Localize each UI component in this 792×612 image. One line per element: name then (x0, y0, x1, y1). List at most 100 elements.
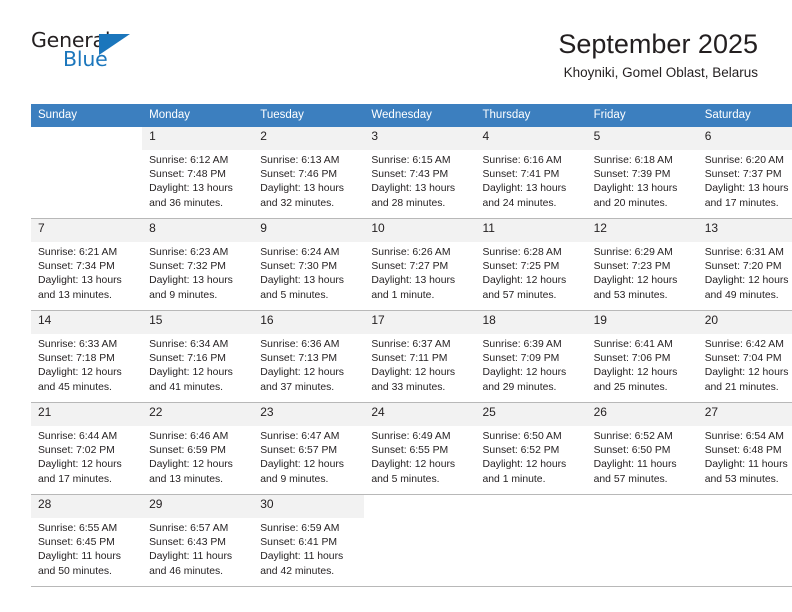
calendar-day-cell[interactable]: 9 Sunrise: 6:24 AM Sunset: 7:30 PM Daylight… (253, 218, 365, 311)
sunrise-time: Sunrise: 6:33 AM (38, 339, 118, 350)
day-cell-inner: 17 Sunrise: 6:37 AM Sunset: 7:11 PM Dayligh… (364, 311, 476, 402)
calendar-day-cell-empty (697, 494, 792, 587)
day-number: 16 (253, 311, 365, 334)
sunset-time: Sunset: 6:55 PM (371, 445, 449, 457)
day-number: 6 (697, 127, 792, 150)
day-cell-inner: 26 Sunrise: 6:52 AM Sunset: 6:50 PM Dayligh… (586, 403, 698, 494)
day-number: 8 (142, 219, 254, 242)
daylight-duration-line1: Daylight: 13 hours (593, 183, 678, 195)
day-number: 29 (142, 495, 254, 518)
calendar-day-cell[interactable]: 2 Sunrise: 6:13 AM Sunset: 7:46 PM Daylight… (253, 127, 365, 219)
day-details: Sunrise: 6:29 AM Sunset: 7:23 PM Daylight:… (587, 242, 698, 303)
calendar-day-cell[interactable]: 16 Sunrise: 6:36 AM Sunset: 7:13 PM Dayligh… (253, 310, 365, 403)
daylight-duration-line1: Daylight: 13 hours (38, 275, 122, 287)
daylight-duration-line1: Daylight: 12 hours (482, 459, 567, 471)
daylight-duration-line2: and 29 minutes. (482, 381, 557, 393)
calendar-day-cell[interactable]: 19 Sunrise: 6:41 AM Sunset: 7:06 PM Dayligh… (586, 310, 698, 403)
general-blue-logo[interactable]: General Blue (31, 28, 141, 74)
calendar-day-cell[interactable]: 24 Sunrise: 6:49 AM Sunset: 6:55 PM Dayligh… (364, 402, 476, 495)
daylight-duration-line2: and 57 minutes. (482, 289, 557, 301)
sunset-time: Sunset: 6:52 PM (482, 445, 560, 457)
sunrise-time: Sunrise: 6:54 AM (704, 431, 784, 442)
day-number: 15 (142, 311, 254, 334)
sunrise-time: Sunrise: 6:28 AM (482, 247, 562, 258)
calendar-day-cell[interactable]: 18 Sunrise: 6:39 AM Sunset: 7:09 PM Dayligh… (475, 310, 587, 403)
calendar-day-cell[interactable]: 17 Sunrise: 6:37 AM Sunset: 7:11 PM Dayligh… (364, 310, 476, 403)
daylight-duration-line1: Daylight: 12 hours (38, 459, 122, 471)
day-cell-inner: 25 Sunrise: 6:50 AM Sunset: 6:52 PM Dayligh… (475, 403, 587, 494)
day-details: Sunrise: 6:20 AM Sunset: 7:37 PM Daylight:… (698, 150, 792, 211)
day-number: 21 (31, 403, 143, 426)
daylight-duration-line2: and 25 minutes. (593, 381, 668, 393)
day-number: 14 (31, 311, 143, 334)
calendar-day-cell[interactable]: 30 Sunrise: 6:59 AM Sunset: 6:41 PM Dayligh… (253, 494, 365, 587)
calendar-day-cell[interactable]: 29 Sunrise: 6:57 AM Sunset: 6:43 PM Dayligh… (142, 494, 254, 587)
day-cell-inner: 3 Sunrise: 6:15 AM Sunset: 7:43 PM Daylight… (364, 127, 476, 218)
day-details: Sunrise: 6:44 AM Sunset: 7:02 PM Daylight:… (31, 426, 142, 487)
day-details: Sunrise: 6:36 AM Sunset: 7:13 PM Daylight:… (253, 334, 364, 395)
sunset-time: Sunset: 7:23 PM (593, 261, 671, 273)
calendar-day-cell[interactable]: 26 Sunrise: 6:52 AM Sunset: 6:50 PM Dayligh… (586, 402, 698, 495)
sunset-time: Sunset: 7:39 PM (593, 169, 671, 181)
day-details: Sunrise: 6:59 AM Sunset: 6:41 PM Daylight:… (253, 518, 364, 579)
daylight-duration-line1: Daylight: 11 hours (149, 551, 233, 563)
day-details: Sunrise: 6:12 AM Sunset: 7:48 PM Daylight:… (142, 150, 253, 211)
calendar-day-cell[interactable]: 8 Sunrise: 6:23 AM Sunset: 7:32 PM Daylight… (142, 218, 254, 311)
daylight-duration-line2: and 53 minutes. (593, 289, 668, 301)
sunrise-time: Sunrise: 6:23 AM (149, 247, 229, 258)
daylight-duration-line2: and 41 minutes. (149, 381, 224, 393)
sunset-time: Sunset: 7:02 PM (38, 445, 115, 457)
calendar-day-cell[interactable]: 10 Sunrise: 6:26 AM Sunset: 7:27 PM Dayligh… (364, 218, 476, 311)
day-number: 20 (697, 311, 792, 334)
calendar-day-cell[interactable]: 5 Sunrise: 6:18 AM Sunset: 7:39 PM Daylight… (586, 127, 698, 219)
calendar-day-cell[interactable]: 27 Sunrise: 6:54 AM Sunset: 6:48 PM Dayligh… (697, 402, 792, 495)
sunset-time: Sunset: 7:20 PM (704, 261, 782, 273)
calendar-day-cell[interactable]: 1 Sunrise: 6:12 AM Sunset: 7:48 PM Daylight… (142, 127, 254, 219)
day-cell-inner: 24 Sunrise: 6:49 AM Sunset: 6:55 PM Dayligh… (364, 403, 476, 494)
page-subtitle: Khoyniki, Gomel Oblast, Belarus (563, 65, 758, 81)
daylight-duration-line1: Daylight: 13 hours (260, 183, 344, 195)
calendar-day-cell[interactable]: 28 Sunrise: 6:55 AM Sunset: 6:45 PM Dayligh… (31, 494, 143, 587)
daylight-duration-line2: and 9 minutes. (260, 473, 329, 485)
calendar-day-cell[interactable]: 12 Sunrise: 6:29 AM Sunset: 7:23 PM Dayligh… (586, 218, 698, 311)
weekday-header-friday: Friday (586, 104, 698, 127)
calendar-day-cell[interactable]: 4 Sunrise: 6:16 AM Sunset: 7:41 PM Daylight… (475, 127, 587, 219)
daylight-duration-line2: and 57 minutes. (593, 473, 668, 485)
calendar-day-cell[interactable]: 11 Sunrise: 6:28 AM Sunset: 7:25 PM Dayligh… (475, 218, 587, 311)
day-cell-inner (475, 495, 587, 586)
calendar-day-cell[interactable]: 22 Sunrise: 6:46 AM Sunset: 6:59 PM Dayligh… (142, 402, 254, 495)
day-details: Sunrise: 6:42 AM Sunset: 7:04 PM Daylight:… (698, 334, 792, 395)
day-details: Sunrise: 6:28 AM Sunset: 7:25 PM Daylight:… (476, 242, 587, 303)
calendar-day-cell[interactable]: 13 Sunrise: 6:31 AM Sunset: 7:20 PM Dayligh… (697, 218, 792, 311)
daylight-duration-line1: Daylight: 12 hours (593, 367, 678, 379)
daylight-duration-line1: Daylight: 12 hours (149, 367, 233, 379)
daylight-duration-line1: Daylight: 11 hours (593, 459, 677, 471)
day-cell-inner (586, 495, 698, 586)
calendar-day-cell[interactable]: 15 Sunrise: 6:34 AM Sunset: 7:16 PM Dayligh… (142, 310, 254, 403)
day-cell-inner: 29 Sunrise: 6:57 AM Sunset: 6:43 PM Dayligh… (142, 495, 254, 586)
day-number: 25 (475, 403, 587, 426)
daylight-duration-line2: and 45 minutes. (38, 381, 112, 393)
daylight-duration-line1: Daylight: 13 hours (704, 183, 789, 195)
day-details: Sunrise: 6:21 AM Sunset: 7:34 PM Daylight:… (31, 242, 142, 303)
calendar-day-cell[interactable]: 14 Sunrise: 6:33 AM Sunset: 7:18 PM Dayligh… (31, 310, 143, 403)
day-number: 28 (31, 495, 143, 518)
day-details: Sunrise: 6:26 AM Sunset: 7:27 PM Daylight:… (364, 242, 475, 303)
day-details: Sunrise: 6:49 AM Sunset: 6:55 PM Daylight:… (364, 426, 475, 487)
calendar-day-cell[interactable]: 6 Sunrise: 6:20 AM Sunset: 7:37 PM Daylight… (697, 127, 792, 219)
calendar-grid: Sunday Monday Tuesday Wednesday Thursday… (31, 104, 792, 587)
day-details: Sunrise: 6:54 AM Sunset: 6:48 PM Daylight:… (698, 426, 792, 487)
weekday-header-row: Sunday Monday Tuesday Wednesday Thursday… (31, 104, 792, 127)
day-number: 10 (364, 219, 476, 242)
calendar-day-cell[interactable]: 25 Sunrise: 6:50 AM Sunset: 6:52 PM Dayligh… (475, 402, 587, 495)
calendar-day-cell[interactable]: 20 Sunrise: 6:42 AM Sunset: 7:04 PM Dayligh… (697, 310, 792, 403)
calendar-day-cell[interactable]: 3 Sunrise: 6:15 AM Sunset: 7:43 PM Daylight… (364, 127, 476, 219)
weekday-header-saturday: Saturday (697, 104, 792, 127)
calendar-day-cell[interactable]: 21 Sunrise: 6:44 AM Sunset: 7:02 PM Dayligh… (31, 402, 143, 495)
day-cell-inner: 8 Sunrise: 6:23 AM Sunset: 7:32 PM Daylight… (142, 219, 254, 310)
sunset-time: Sunset: 7:41 PM (482, 169, 560, 181)
daylight-duration-line1: Daylight: 13 hours (260, 275, 344, 287)
calendar-day-cell[interactable]: 7 Sunrise: 6:21 AM Sunset: 7:34 PM Daylight… (31, 218, 143, 311)
sunrise-time: Sunrise: 6:37 AM (371, 339, 451, 350)
calendar-day-cell[interactable]: 23 Sunrise: 6:47 AM Sunset: 6:57 PM Dayligh… (253, 402, 365, 495)
